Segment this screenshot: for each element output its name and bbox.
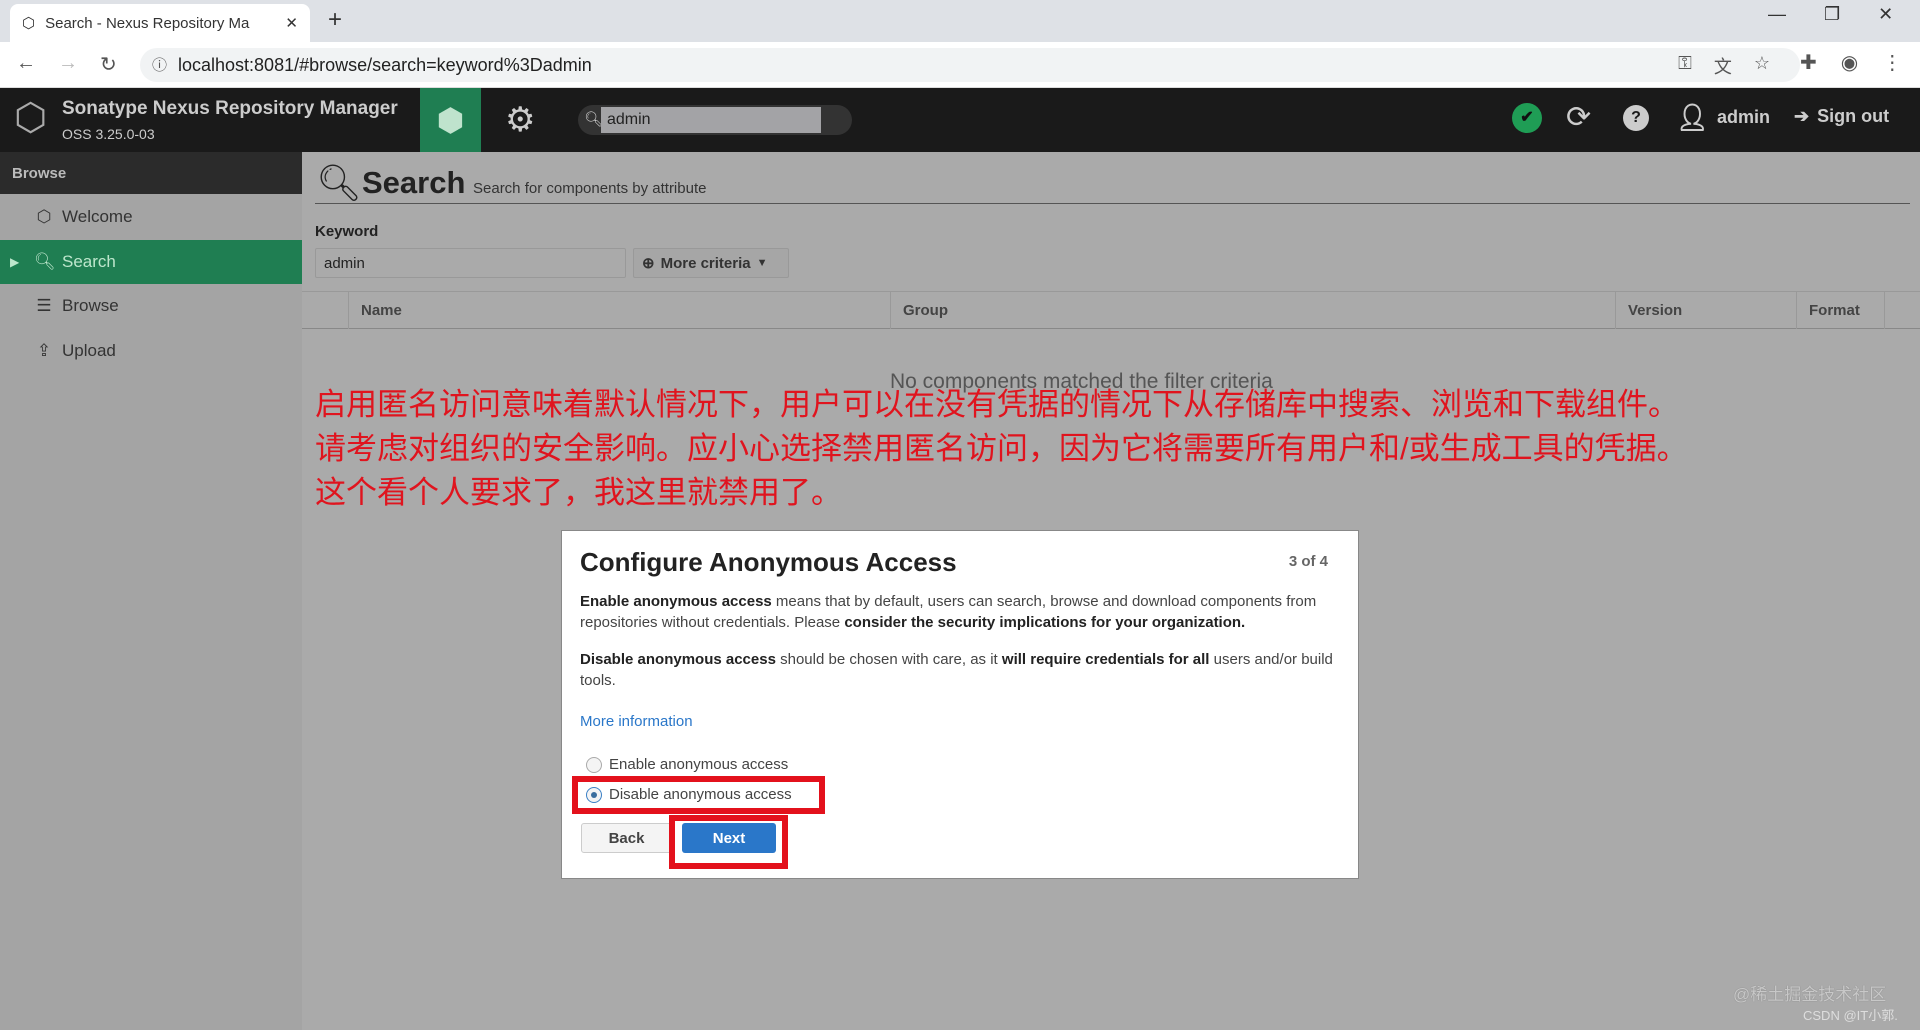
sidebar-item-label: Upload: [62, 341, 116, 360]
highlight-box: [669, 815, 788, 869]
annotation-line: 请考虑对组织的安全影响。应小心选择禁用匿名访问，因为它将需要所有用户和/或生成工…: [315, 431, 1688, 466]
nexus-favicon-icon: ⬡: [22, 15, 36, 32]
title-divider: [315, 203, 1910, 204]
sign-out-icon: ➔: [1794, 106, 1810, 126]
upload-icon: ⇪: [36, 341, 52, 360]
sidebar-item-browse[interactable]: ☰ Browse: [0, 284, 302, 328]
url-field[interactable]: ⓘ localhost:8081/#browse/search=keyword%…: [140, 48, 1800, 82]
more-criteria-button[interactable]: ⊕ More criteria ▼: [633, 248, 789, 278]
caret-down-icon: ▼: [756, 257, 768, 269]
database-icon: ☰: [36, 296, 52, 315]
dialog-title: Configure Anonymous Access: [580, 547, 957, 577]
app-name: Sonatype Nexus Repository Manager: [62, 98, 398, 119]
more-criteria-label: More criteria: [660, 254, 751, 272]
sidebar-item-label: Welcome: [62, 207, 133, 226]
url-actions: ⚿ 文 ☆: [1678, 53, 1770, 79]
header-search-input[interactable]: admin: [601, 107, 821, 133]
disable-description: Disable anonymous access should be chose…: [580, 651, 1333, 689]
back-button[interactable]: Back: [581, 823, 672, 853]
browse-mode-button[interactable]: ⬢: [420, 88, 481, 152]
cube-icon: ⬢: [436, 102, 465, 138]
watermark-csdn: CSDN @IT小郭.: [1803, 1008, 1898, 1023]
reload-icon[interactable]: ↻: [100, 52, 117, 77]
highlight-box: [572, 776, 825, 814]
refresh-icon[interactable]: ⟳: [1566, 100, 1591, 135]
tab-title: Search - Nexus Repository Ma: [45, 14, 250, 32]
browser-tab[interactable]: ⬡ Search - Nexus Repository Ma ✕: [10, 4, 310, 42]
column-header-group[interactable]: Group: [890, 291, 1615, 329]
restore-icon[interactable]: ❐: [1824, 4, 1840, 25]
info-icon[interactable]: ⓘ: [152, 54, 167, 75]
minimize-icon[interactable]: —: [1768, 4, 1786, 25]
more-information-link[interactable]: More information: [580, 713, 693, 730]
annotation-line: 这个看个人要求了，我这里就禁用了。: [315, 475, 842, 510]
caret-right-icon: ▶: [10, 255, 20, 269]
sidebar-heading: Browse: [0, 152, 302, 194]
plus-circle-icon: ⊕: [642, 255, 655, 272]
profile-icon[interactable]: ◉: [1841, 50, 1858, 75]
translate-icon[interactable]: 文: [1714, 53, 1732, 79]
enable-description: Enable anonymous access means that by de…: [580, 593, 1317, 631]
nexus-header: ⬡ Sonatype Nexus Repository Manager OSS …: [0, 88, 1920, 152]
radio-label: Enable anonymous access: [609, 756, 789, 773]
annotation-line: 启用匿名访问意味着默认情况下，用户可以在没有凭据的情况下从存储库中搜索、浏览和下…: [315, 387, 1679, 422]
system-status-check-icon[interactable]: ✔: [1512, 103, 1542, 133]
user-icon: 👤︎: [1676, 102, 1710, 132]
radio-unchecked[interactable]: [586, 756, 602, 773]
new-tab-icon[interactable]: +: [328, 6, 342, 34]
back-icon[interactable]: ←: [16, 52, 36, 77]
user-name: admin: [1717, 107, 1771, 127]
menu-icon[interactable]: ⋮: [1882, 50, 1902, 75]
configure-anonymous-access-dialog: Configure Anonymous Access 3 of 4 Enable…: [561, 530, 1359, 879]
sidebar-item-label: Search: [62, 252, 116, 271]
close-tab-icon[interactable]: ✕: [285, 14, 298, 32]
app-version: OSS 3.25.0-03: [62, 126, 155, 142]
help-icon[interactable]: ?: [1623, 105, 1649, 131]
keyword-label: Keyword: [315, 223, 379, 240]
page-title: Search: [362, 165, 466, 200]
search-icon: 🔍︎: [34, 252, 56, 271]
step-indicator: 3 of 4: [1288, 553, 1328, 570]
star-icon[interactable]: ☆: [1754, 53, 1770, 79]
extensions-icon[interactable]: ✚: [1800, 50, 1817, 75]
column-header-name[interactable]: Name: [348, 291, 890, 329]
window-controls: — ❐ ✕: [1768, 4, 1893, 25]
watermark-juejin: @稀土掘金技术社区: [1733, 985, 1887, 1004]
user-menu[interactable]: 👤︎ admin: [1676, 102, 1770, 133]
admin-settings-gear-icon[interactable]: ⚙: [505, 100, 535, 140]
close-window-icon[interactable]: ✕: [1878, 4, 1893, 25]
header-search[interactable]: 🔍︎ admin: [578, 105, 852, 135]
keyword-input[interactable]: admin: [315, 248, 626, 278]
browser-toolbar: ✚ ◉ ⋮: [1800, 50, 1902, 75]
page-subtitle: Search for components by attribute: [473, 180, 707, 197]
nav-buttons: ← → ↻: [16, 52, 117, 77]
forward-icon[interactable]: →: [58, 52, 78, 77]
sidebar-item-search[interactable]: ▶ 🔍︎ Search: [0, 240, 302, 284]
search-title-icon: 🔍︎: [316, 162, 362, 203]
column-header-version[interactable]: Version: [1615, 291, 1796, 329]
sidebar-item-welcome[interactable]: ⬡ Welcome: [0, 195, 302, 239]
sidebar-item-label: Browse: [62, 296, 119, 315]
sign-out-label: Sign out: [1817, 106, 1890, 126]
column-header-format[interactable]: Format: [1796, 291, 1885, 329]
sign-out-button[interactable]: ➔ Sign out: [1794, 106, 1889, 127]
url-text: localhost:8081/#browse/search=keyword%3D…: [178, 54, 592, 75]
sidebar-item-upload[interactable]: ⇪ Upload: [0, 329, 302, 373]
nexus-logo-icon: ⬡: [14, 97, 48, 139]
enable-anonymous-radio[interactable]: Enable anonymous access: [586, 756, 788, 773]
hexagon-icon: ⬡: [36, 207, 52, 226]
key-icon[interactable]: ⚿: [1678, 53, 1692, 79]
